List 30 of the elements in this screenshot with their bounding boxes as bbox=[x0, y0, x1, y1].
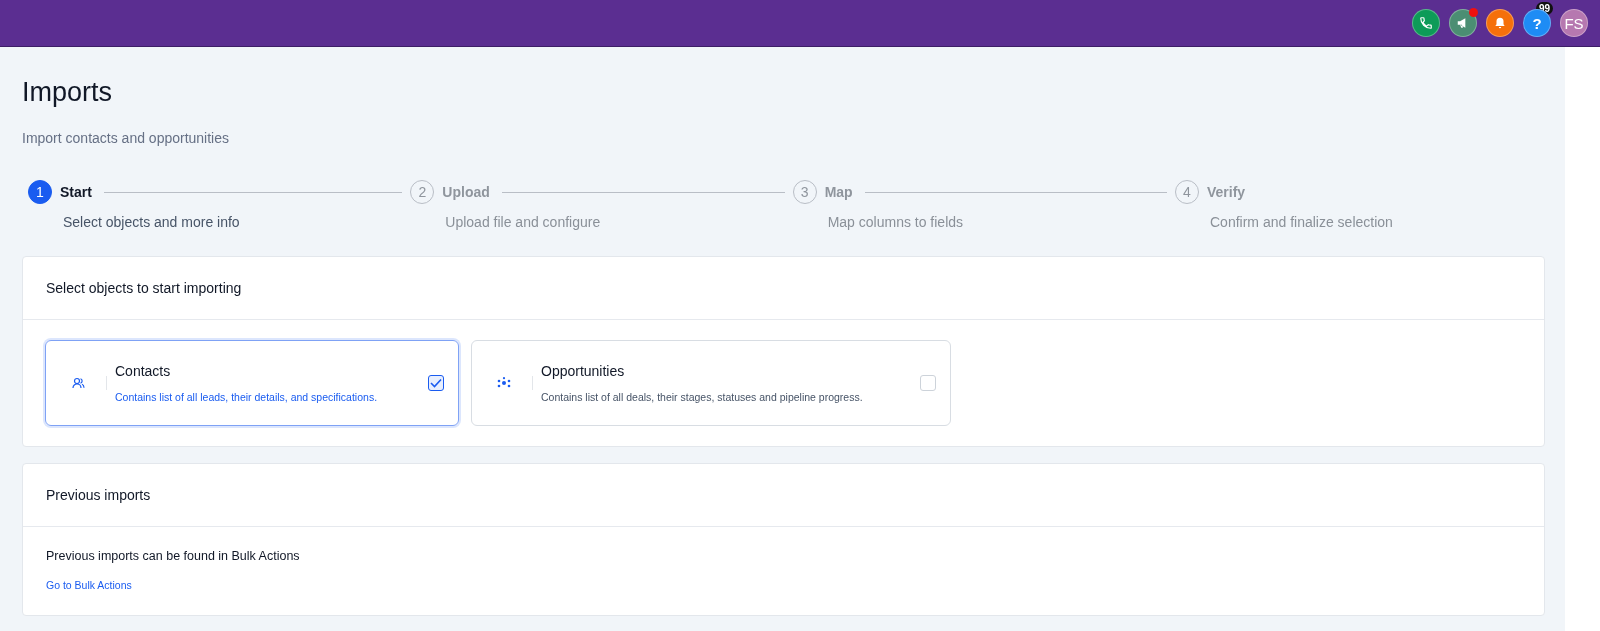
step-description: Confirm and finalize selection bbox=[1210, 214, 1394, 230]
step-description: Upload file and configure bbox=[445, 214, 602, 230]
people-icon bbox=[71, 377, 85, 389]
step-label[interactable]: Map bbox=[824, 184, 853, 200]
step-description: Map columns to fields bbox=[827, 214, 965, 230]
network-icon bbox=[497, 377, 511, 389]
phone-button[interactable] bbox=[1412, 9, 1440, 37]
bell-icon bbox=[1493, 16, 1507, 30]
notifications-button[interactable] bbox=[1486, 9, 1514, 37]
section-title: Select objects to start importing bbox=[23, 257, 1544, 320]
object-option[interactable]: Opportunities Contains list of all deals, their stages, statuses and pipeline progress. bbox=[471, 340, 951, 426]
step-label[interactable]: Verify bbox=[1207, 184, 1246, 200]
step-description: Select objects and more info bbox=[63, 214, 241, 230]
page-subtitle: Import contacts and opportunities bbox=[22, 130, 230, 146]
step-number: 1 bbox=[28, 180, 52, 204]
object-option[interactable]: Contacts Contains list of all leads, their details, and specifications. bbox=[45, 340, 459, 426]
object-name: Contacts bbox=[115, 363, 172, 379]
object-description: Contains list of all deals, their stages, statuses and pipeline progress. bbox=[541, 391, 864, 403]
object-description: Contains list of all leads, their details, and specifications. bbox=[115, 391, 379, 403]
phone-icon bbox=[1419, 16, 1433, 30]
announcements-button[interactable] bbox=[1449, 9, 1477, 37]
object-name: Opportunities bbox=[541, 363, 626, 379]
step-label[interactable]: Start bbox=[60, 184, 92, 200]
user-avatar[interactable]: FS bbox=[1560, 9, 1588, 37]
bulk-actions-link[interactable]: Go to Bulk Actions bbox=[46, 579, 132, 591]
page-title: Imports bbox=[22, 77, 114, 108]
section-title: Previous imports bbox=[23, 464, 1544, 527]
info-text: Previous imports can be found in Bulk Actions bbox=[46, 549, 301, 563]
step-label[interactable]: Upload bbox=[442, 184, 490, 200]
checkbox[interactable] bbox=[428, 375, 444, 391]
